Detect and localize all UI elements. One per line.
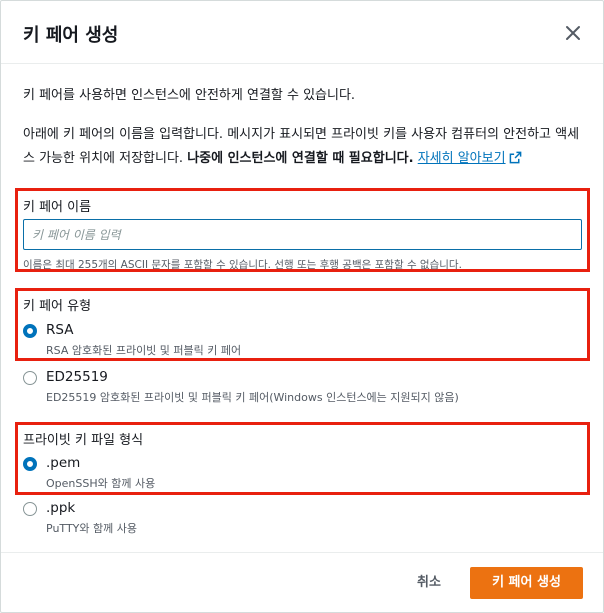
description-emphasis: 나중에 인스턴스에 연결할 때 필요합니다. xyxy=(187,151,414,166)
rsa-option-desc: RSA 암호화된 프라이빗 및 퍼블릭 키 페어 xyxy=(46,344,242,357)
description-text: 아래에 키 페어의 이름을 입력합니다. 메시지가 표시되면 프라이빗 키를 사… xyxy=(23,123,583,171)
pem-option-desc: OpenSSH와 함께 사용 xyxy=(46,477,156,490)
key-pair-name-input[interactable] xyxy=(23,219,582,250)
close-button[interactable] xyxy=(561,21,585,45)
key-format-label: 프라이빗 키 파일 형식 xyxy=(23,433,144,448)
intro-text: 키 페어를 사용하면 인스턴스에 안전하게 연결할 수 있습니다. xyxy=(23,88,356,103)
rsa-radio[interactable] xyxy=(23,324,37,338)
ppk-option-label: .ppk xyxy=(46,500,76,516)
learn-more-link[interactable]: 자세히 알아보기 xyxy=(418,151,522,166)
key-pair-name-label: 키 페어 이름 xyxy=(23,200,92,215)
create-key-pair-dialog: 키 페어 생성 키 페어를 사용하면 인스턴스에 안전하게 연결할 수 있습니다… xyxy=(0,0,604,613)
close-icon xyxy=(566,26,580,40)
ed25519-option-desc: ED25519 암호화된 프라이빗 및 퍼블릭 키 페어(Windows 인스턴… xyxy=(46,391,459,404)
ed25519-option-label: ED25519 xyxy=(46,369,108,385)
cancel-button[interactable]: 취소 xyxy=(403,567,455,599)
footer-divider xyxy=(1,552,603,553)
dialog-header: 키 페어 생성 xyxy=(1,1,603,64)
ppk-option-desc: PuTTY와 함께 사용 xyxy=(46,522,137,535)
pem-radio[interactable] xyxy=(23,457,37,471)
pem-option-label: .pem xyxy=(46,455,81,471)
external-link-icon xyxy=(509,151,521,164)
dialog-title: 키 페어 생성 xyxy=(23,25,119,46)
ppk-radio[interactable] xyxy=(23,502,37,516)
ed25519-radio[interactable] xyxy=(23,371,37,385)
create-key-pair-button[interactable]: 키 페어 생성 xyxy=(470,567,583,599)
key-pair-type-label: 키 페어 유형 xyxy=(23,299,92,314)
learn-more-label: 자세히 알아보기 xyxy=(417,151,506,166)
key-pair-name-hint: 이름은 최대 255개의 ASCII 문자를 포함할 수 있습니다. 선행 또는… xyxy=(23,259,462,271)
rsa-option-label: RSA xyxy=(46,322,74,338)
